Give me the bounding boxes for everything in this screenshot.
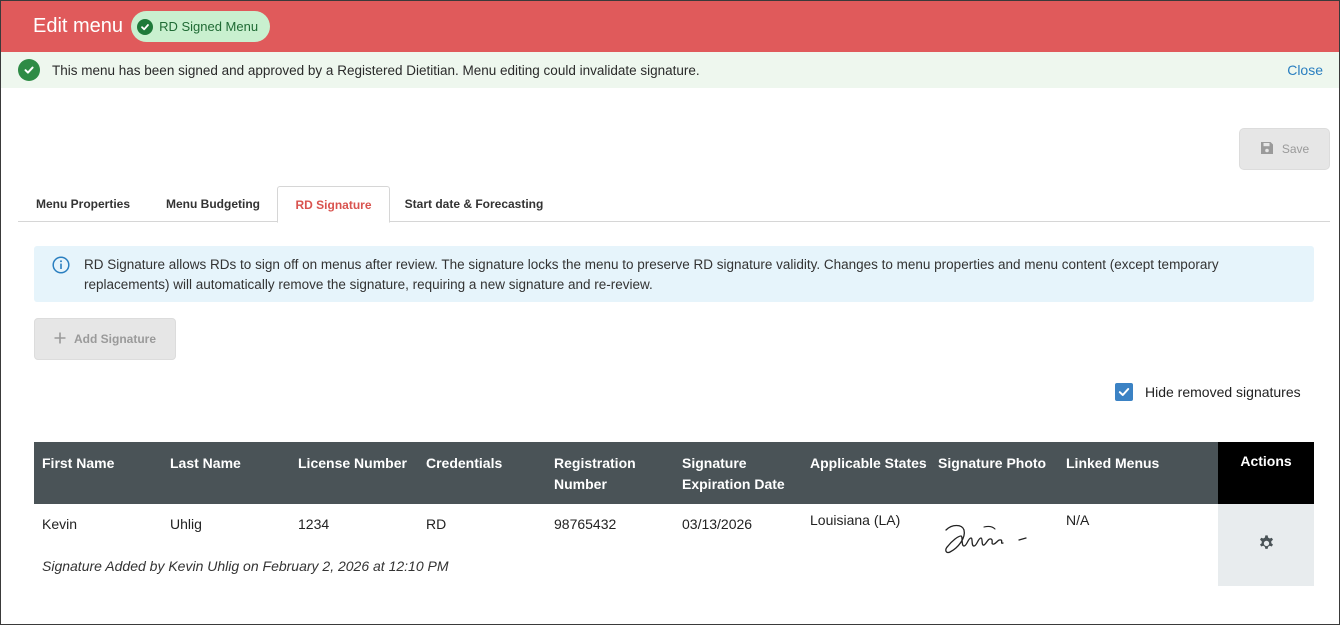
plus-icon [54,332,66,347]
col-first-name: First Name [42,455,115,471]
hide-removed-toggle[interactable]: Hide removed signatures [1115,383,1301,401]
cell-last-name: Uhlig [170,516,202,532]
add-signature-label: Add Signature [73,332,156,346]
add-signature-button[interactable]: Add Signature [34,318,176,360]
cell-applicable-states: Louisiana (LA) [810,512,901,528]
info-circle-icon [52,256,70,274]
col-signature-expiration: Signature Expiration Date [682,453,785,495]
alert-close-link[interactable]: Close [1287,62,1323,78]
cell-credentials: RD [426,516,447,532]
check-circle-icon [137,18,154,35]
save-label: Save [1281,142,1310,156]
cell-first-name: Kevin [42,516,78,532]
signatures-table: First Name Last Name License Number Cred… [34,442,1314,586]
hide-removed-label: Hide removed signatures [1145,384,1301,400]
tab-menu-properties[interactable]: Menu Properties [18,186,148,222]
header-bar: Edit menu RD Signed Menu [1,1,1339,52]
col-signature-photo: Signature Photo [938,455,1047,471]
col-applicable-states: Applicable States [810,455,927,471]
hide-removed-checkbox[interactable] [1115,383,1133,401]
row-actions-cell [1218,504,1314,586]
info-text: RD Signature allows RDs to sign off on m… [84,257,1219,292]
signed-alert: This menu has been signed and approved b… [1,52,1339,88]
tab-start-date-forecasting[interactable]: Start date & Forecasting [390,186,558,222]
page-title: Edit menu [33,15,124,37]
col-expiration-line-1: Signature [682,455,747,471]
tab-rd-signature[interactable]: RD Signature [277,186,390,223]
col-actions: Actions [1218,442,1314,504]
gear-icon[interactable] [1257,534,1276,556]
col-credentials: Credentials [426,455,503,471]
badge-label: RD Signed Menu [159,19,259,34]
cell-expiration-date: 03/13/2026 [682,516,753,532]
tab-bar: Menu Properties Menu Budgeting RD Signat… [18,186,1330,223]
alert-message: This menu has been signed and approved b… [52,62,700,78]
col-registration-line-1: Registration [554,455,636,471]
tab-menu-budgeting[interactable]: Menu Budgeting [148,186,278,222]
col-registration-number: Registration Number [554,453,636,495]
check-circle-icon [18,59,40,81]
col-expiration-line-2: Expiration Date [682,476,785,492]
col-last-name: Last Name [170,455,241,471]
cell-license-number: 1234 [298,516,330,532]
rd-signature-info: RD Signature allows RDs to sign off on m… [34,246,1314,302]
col-linked-menus: Linked Menus [1066,455,1160,471]
edit-menu-window: Edit menu RD Signed Menu This menu has b… [0,0,1340,625]
col-license-number: License Number [298,455,407,471]
floppy-disk-icon [1260,141,1274,158]
cell-linked-menus: N/A [1066,512,1090,528]
checkmark-icon [1118,388,1130,396]
rd-signed-badge: RD Signed Menu [131,11,271,42]
table-header: First Name Last Name License Number Cred… [34,442,1314,504]
signature-added-note: Signature Added by Kevin Uhlig on Februa… [42,558,449,574]
cell-registration-number: 98765432 [554,516,617,532]
col-registration-line-2: Number [554,476,607,492]
save-button[interactable]: Save [1239,128,1330,170]
signature-photo [940,512,1030,561]
